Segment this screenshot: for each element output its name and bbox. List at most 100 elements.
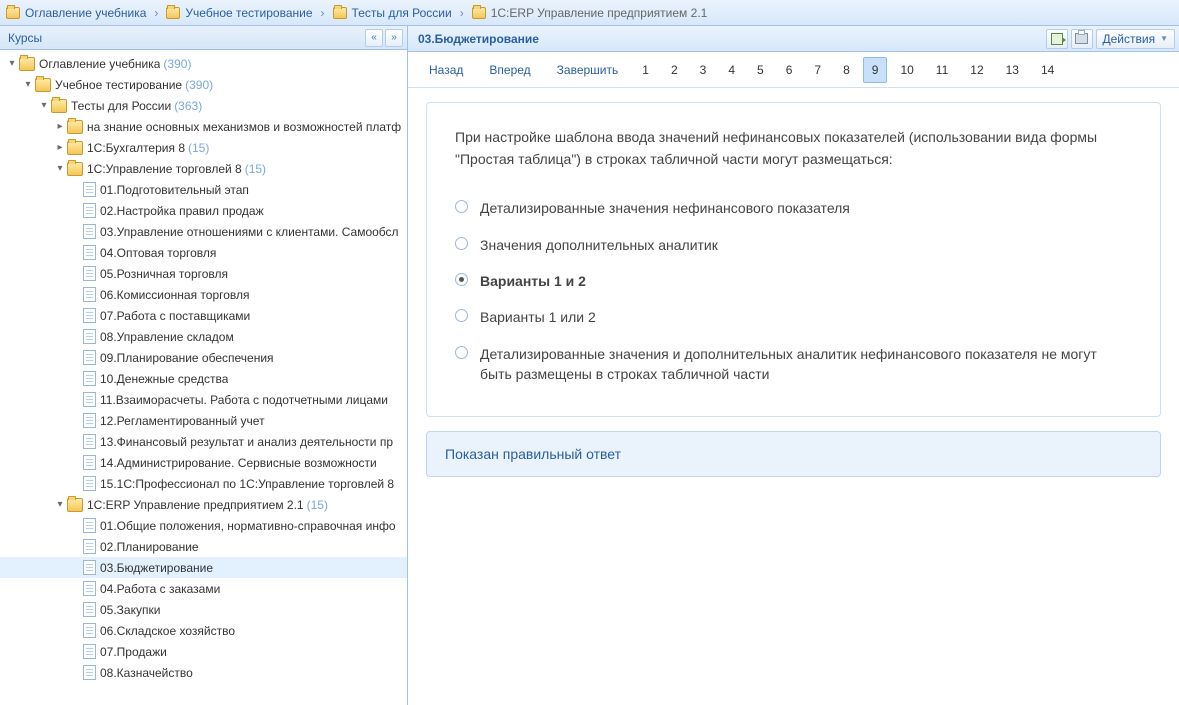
caret-right-icon[interactable]: ▸ [54,142,66,154]
nav-page-3[interactable]: 3 [691,57,716,83]
tree-page[interactable]: 10.Денежные средства [0,368,407,389]
caret-spacer [70,541,82,553]
caret-spacer [70,520,82,532]
tree-folder[interactable]: ▾1С:ERP Управление предприятием 2.1 (15) [0,494,407,515]
breadcrumb-item[interactable]: Учебное тестирование [166,6,312,20]
page-icon [83,665,96,680]
breadcrumb-item[interactable]: Оглавление учебника [6,6,146,20]
tree-folder[interactable]: ▸1С:Бухгалтерия 8 (15) [0,137,407,158]
folder-icon [35,78,51,92]
nav-page-4[interactable]: 4 [719,57,744,83]
tree-page[interactable]: 03.Бюджетирование [0,557,407,578]
tree-label: 14.Администрирование. Сервисные возможно… [100,456,377,470]
tree-label: 07.Продажи [100,645,167,659]
chevron-right-icon: › [460,6,464,20]
tree-page[interactable]: 06.Комиссионная торговля [0,284,407,305]
tree-page[interactable]: 02.Планирование [0,536,407,557]
option-item[interactable]: Значения дополнительных аналитик [455,227,1132,263]
folder-icon [67,498,83,512]
tree-label: 03.Управление отношениями с клиентами. С… [100,225,399,239]
tree-page[interactable]: 15.1С:Профессионал по 1С:Управление торг… [0,473,407,494]
nav-page-14[interactable]: 14 [1032,57,1063,83]
caret-spacer [70,604,82,616]
caret-down-icon[interactable]: ▾ [6,58,18,70]
tree-page[interactable]: 04.Оптовая торговля [0,242,407,263]
nav-page-13[interactable]: 13 [997,57,1028,83]
question-card: При настройке шаблона ввода значений неф… [426,102,1161,417]
nav-forward-button[interactable]: Вперед [478,57,541,83]
nav-page-5[interactable]: 5 [748,57,773,83]
page-icon [83,455,96,470]
tree-page[interactable]: 13.Финансовый результат и анализ деятель… [0,431,407,452]
nav-page-10[interactable]: 10 [891,57,922,83]
folder-icon [166,7,180,19]
nav-page-6[interactable]: 6 [777,57,802,83]
page-icon [83,371,96,386]
option-item[interactable]: Детализированные значения и дополнительн… [455,336,1132,393]
question-nav: НазадВпередЗавершить1234567891011121314 [408,52,1179,88]
tree-folder[interactable]: ▸на знание основных механизмов и возможн… [0,116,407,137]
tree-page[interactable]: 11.Взаиморасчеты. Работа с подотчетными … [0,389,407,410]
tree-page[interactable]: 01.Подготовительный этап [0,179,407,200]
caret-down-icon[interactable]: ▾ [22,79,34,91]
tree-page[interactable]: 04.Работа с заказами [0,578,407,599]
tree-page[interactable]: 07.Продажи [0,641,407,662]
option-text: Детализированные значения и дополнительн… [480,344,1132,385]
expand-icon[interactable]: » [385,29,403,47]
caret-spacer [70,457,82,469]
radio-icon [455,273,468,286]
tree-label: 08.Казначейство [100,666,193,680]
folder-icon [67,162,83,176]
tree-page[interactable]: 08.Казначейство [0,662,407,683]
nav-page-2[interactable]: 2 [662,57,687,83]
content-header: 03.Бюджетирование Действия ▼ [408,26,1179,52]
option-item[interactable]: Варианты 1 и 2 [455,263,1132,299]
tree-folder[interactable]: ▾Оглавление учебника (390) [0,53,407,74]
print-button[interactable] [1071,29,1093,49]
caret-down-icon[interactable]: ▾ [54,163,66,175]
tree-page[interactable]: 07.Работа с поставщиками [0,305,407,326]
tree-page[interactable]: 12.Регламентированный учет [0,410,407,431]
caret-right-icon[interactable]: ▸ [54,121,66,133]
tree-page[interactable]: 06.Складское хозяйство [0,620,407,641]
nav-page-11[interactable]: 11 [927,57,957,83]
tree-page[interactable]: 01.Общие положения, нормативно-справочна… [0,515,407,536]
option-item[interactable]: Варианты 1 или 2 [455,299,1132,335]
tree-count: (363) [174,99,202,113]
breadcrumb-item[interactable]: Тесты для России [333,6,452,20]
page-icon [83,245,96,260]
tree-page[interactable]: 03.Управление отношениями с клиентами. С… [0,221,407,242]
tree-page[interactable]: 05.Розничная торговля [0,263,407,284]
nav-page-12[interactable]: 12 [961,57,992,83]
tree-label: 08.Управление складом [100,330,234,344]
folder-icon [472,7,486,19]
tree-folder[interactable]: ▾Учебное тестирование (390) [0,74,407,95]
tree-page[interactable]: 14.Администрирование. Сервисные возможно… [0,452,407,473]
folder-icon [67,141,83,155]
nav-finish-button[interactable]: Завершить [546,57,630,83]
caret-spacer [70,331,82,343]
tree-page[interactable]: 05.Закупки [0,599,407,620]
option-item[interactable]: Детализированные значения нефинансового … [455,190,1132,226]
tree-page[interactable]: 02.Настройка правил продаж [0,200,407,221]
tree-page[interactable]: 09.Планирование обеспечения [0,347,407,368]
tree-folder[interactable]: ▾Тесты для России (363) [0,95,407,116]
caret-down-icon[interactable]: ▾ [54,499,66,511]
folder-icon [67,120,83,134]
nav-page-9[interactable]: 9 [863,57,888,83]
nav-back-button[interactable]: Назад [418,57,474,83]
nav-page-8[interactable]: 8 [834,57,859,83]
nav-page-1[interactable]: 1 [633,57,658,83]
tree-folder[interactable]: ▾1С:Управление торговлей 8 (15) [0,158,407,179]
content: 03.Бюджетирование Действия ▼ НазадВперед… [408,26,1179,705]
caret-spacer [70,625,82,637]
export-button[interactable] [1046,29,1068,49]
tree-label: 01.Подготовительный этап [100,183,249,197]
actions-dropdown[interactable]: Действия ▼ [1096,29,1176,49]
tree-page[interactable]: 08.Управление складом [0,326,407,347]
caret-down-icon[interactable]: ▾ [38,100,50,112]
caret-spacer [70,646,82,658]
nav-page-7[interactable]: 7 [805,57,830,83]
tree-label: 02.Планирование [100,540,199,554]
collapse-icon[interactable]: « [365,29,383,47]
